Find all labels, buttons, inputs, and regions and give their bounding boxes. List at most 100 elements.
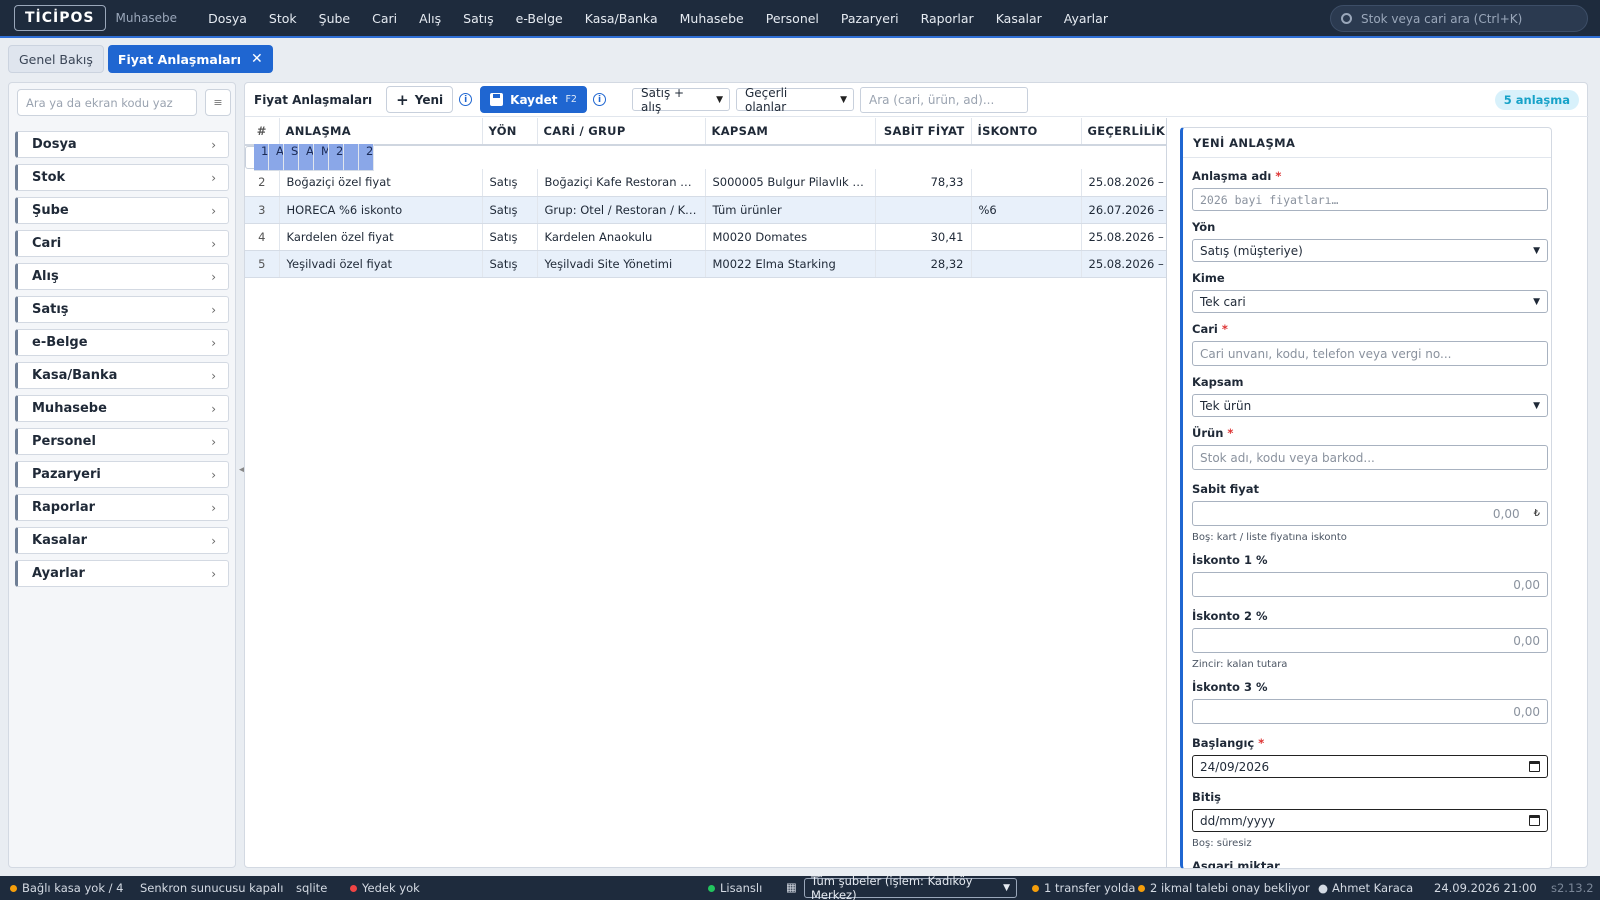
topnav-satis[interactable]: Satış bbox=[452, 11, 504, 26]
sidebar-item-satis[interactable]: Satış › bbox=[15, 296, 229, 323]
col-fixed-price[interactable]: SABİT FİYAT bbox=[875, 118, 972, 146]
end-date-input[interactable]: dd/mm/yyyy bbox=[1192, 809, 1548, 832]
status-dot-icon bbox=[350, 884, 357, 892]
table-row[interactable]: 1 Akdeniz özel fiyat Satış Akdeniz Otelc… bbox=[245, 144, 374, 171]
discount1-input[interactable]: 0,00 bbox=[1192, 572, 1548, 597]
sidebar-search-input[interactable]: Ara ya da ekran kodu yaz bbox=[17, 89, 197, 116]
table-row[interactable]: 4 Kardelen özel fiyat Satış Kardelen Ana… bbox=[245, 223, 1166, 251]
agreement-search-input[interactable]: Ara (cari, ürün, ad)... bbox=[859, 86, 1028, 113]
sidebar-item-kasa-banka[interactable]: Kasa/Banka › bbox=[15, 362, 229, 389]
scope-select[interactable]: Tek ürün ▼ bbox=[1192, 394, 1548, 417]
topnav-alis[interactable]: Alış bbox=[408, 11, 452, 26]
sidebar-item-muhasebe[interactable]: Muhasebe › bbox=[15, 395, 229, 422]
topnav-dosya[interactable]: Dosya bbox=[197, 11, 258, 26]
topnav-ayarlar[interactable]: Ayarlar bbox=[1053, 11, 1119, 26]
close-icon[interactable]: ✕ bbox=[251, 51, 263, 67]
validity-filter-select[interactable]: Geçerli olanlar ▼ bbox=[735, 86, 854, 114]
grid-menu-icon[interactable]: ≡ bbox=[205, 89, 231, 116]
start-date-input[interactable]: 24/09/2026 bbox=[1192, 755, 1548, 778]
direction-select[interactable]: Satış (müşteriye) ▼ bbox=[1192, 239, 1548, 262]
topnav-kasa-banka[interactable]: Kasa/Banka bbox=[574, 11, 669, 26]
save-button-label: Kaydet bbox=[510, 92, 558, 107]
cell-discount: %6 bbox=[971, 196, 1082, 224]
sidebar-item-label: Stok bbox=[32, 170, 66, 185]
product-input[interactable]: Stok adı, kodu veya barkod... bbox=[1192, 445, 1548, 470]
direction-filter-select[interactable]: Satış + alış ▼ bbox=[631, 86, 730, 114]
sidebar-item-ayarlar[interactable]: Ayarlar › bbox=[15, 560, 229, 587]
app-subtitle: Muhasebe bbox=[115, 11, 178, 25]
col-validity[interactable]: GEÇERLİLİK bbox=[1081, 118, 1166, 146]
price-label: Sabit fiyat bbox=[1192, 482, 1259, 496]
required-mark: * bbox=[1258, 736, 1265, 750]
global-search-input[interactable]: Stok veya cari ara (Ctrl+K) bbox=[1330, 5, 1588, 32]
status-dot-icon bbox=[1138, 884, 1145, 892]
cell-direction: Satış bbox=[482, 223, 538, 251]
discount3-input[interactable]: 0,00 bbox=[1192, 699, 1548, 724]
topnav-raporlar[interactable]: Raporlar bbox=[910, 11, 985, 26]
agreement-name-input[interactable]: 2026 bayi fiyatları… bbox=[1192, 188, 1548, 211]
branch-select[interactable]: Tüm şubeler (işlem: Kadıköy Merkez) ▼ bbox=[804, 874, 1017, 900]
topnav-ebelge[interactable]: e-Belge bbox=[505, 11, 574, 26]
sidebar-item-label: Muhasebe bbox=[32, 401, 107, 416]
cell-scope: Tüm ürünler bbox=[705, 196, 876, 224]
sidebar-item-label: Kasalar bbox=[32, 533, 87, 548]
col-account-group[interactable]: CARİ / GRUP bbox=[537, 118, 706, 146]
sidebar-item-stok[interactable]: Stok › bbox=[15, 164, 229, 191]
col-scope[interactable]: KAPSAM bbox=[705, 118, 876, 146]
sidebar-item-alis[interactable]: Alış › bbox=[15, 263, 229, 290]
info-icon[interactable]: i bbox=[459, 93, 473, 106]
fixed-price-input[interactable]: 0,00 ₺ bbox=[1192, 501, 1548, 526]
cell-price: 271,92 bbox=[329, 144, 344, 171]
topnav-kasalar[interactable]: Kasalar bbox=[985, 11, 1053, 26]
table-row[interactable]: 2 Boğaziçi özel fiyat Satış Boğaziçi Kaf… bbox=[245, 169, 1166, 197]
sidebar-item-kasalar[interactable]: Kasalar › bbox=[15, 527, 229, 554]
top-nav: Dosya Stok Şube Cari Alış Satış e-Belge … bbox=[197, 11, 1119, 26]
table-row[interactable]: 5 Yeşilvadi özel fiyat Satış Yeşilvadi S… bbox=[245, 250, 1166, 278]
sidebar-item-sube[interactable]: Şube › bbox=[15, 197, 229, 224]
table-row[interactable]: 3 HORECA %6 iskonto Satış Grup: Otel / R… bbox=[245, 196, 1166, 224]
scope-label: Kapsam bbox=[1192, 375, 1244, 389]
main-panel: Fiyat Anlaşmaları + Yeni i Kaydet F2 i S… bbox=[244, 82, 1589, 869]
sidebar-item-dosya[interactable]: Dosya › bbox=[15, 131, 229, 158]
topnav-sube[interactable]: Şube bbox=[308, 11, 361, 26]
calendar-icon[interactable] bbox=[1529, 761, 1540, 772]
topnav-personel[interactable]: Personel bbox=[755, 11, 830, 26]
sidebar-item-pazaryeri[interactable]: Pazaryeri › bbox=[15, 461, 229, 488]
discount2-input[interactable]: 0,00 bbox=[1192, 628, 1548, 653]
cell-account: Grup: Otel / Restoran / Kafe bbox=[537, 196, 706, 224]
tab-price-agreements[interactable]: Fiyat Anlaşmaları ✕ bbox=[107, 45, 273, 73]
top-bar: TİCİPOS Muhasebe Dosya Stok Şube Cari Al… bbox=[0, 0, 1600, 38]
calendar-icon[interactable] bbox=[1529, 815, 1540, 826]
save-button[interactable]: Kaydet F2 bbox=[480, 86, 587, 113]
col-direction[interactable]: YÖN bbox=[482, 118, 538, 146]
col-index[interactable]: # bbox=[245, 118, 280, 146]
status-dot-icon bbox=[708, 884, 715, 892]
info-icon[interactable]: i bbox=[592, 93, 606, 106]
account-input[interactable]: Cari unvanı, kodu, telefon veya vergi no… bbox=[1192, 341, 1548, 366]
app-logo[interactable]: TİCİPOS bbox=[14, 5, 106, 31]
sidebar-item-cari[interactable]: Cari › bbox=[15, 230, 229, 257]
topnav-stok[interactable]: Stok bbox=[258, 11, 308, 26]
supply-status[interactable]: 2 ikmal talebi onay bekliyor bbox=[1138, 881, 1310, 895]
topnav-pazaryeri[interactable]: Pazaryeri bbox=[830, 11, 910, 26]
topnav-muhasebe[interactable]: Muhasebe bbox=[669, 11, 755, 26]
col-agreement[interactable]: ANLAŞMA bbox=[279, 118, 483, 146]
cell-agreement: Akdeniz özel fiyat bbox=[269, 144, 284, 171]
target-select[interactable]: Tek cari ▼ bbox=[1192, 290, 1548, 313]
tab-overview[interactable]: Genel Bakış bbox=[8, 45, 104, 73]
sidebar-item-ebelge[interactable]: e-Belge › bbox=[15, 329, 229, 356]
cell-price: 28,32 bbox=[875, 250, 972, 278]
tab-label: Fiyat Anlaşmaları bbox=[117, 51, 242, 67]
col-discount[interactable]: İSKONTO bbox=[971, 118, 1082, 146]
transfer-status[interactable]: 1 transfer yolda bbox=[1032, 881, 1135, 895]
target-label: Kime bbox=[1192, 271, 1225, 285]
topnav-cari[interactable]: Cari bbox=[361, 11, 408, 26]
user-status[interactable]: ● Ahmet Karaca bbox=[1318, 881, 1413, 895]
sidebar-item-personel[interactable]: Personel › bbox=[15, 428, 229, 455]
sidebar-item-raporlar[interactable]: Raporlar › bbox=[15, 494, 229, 521]
required-mark: * bbox=[1275, 169, 1282, 183]
new-button[interactable]: + Yeni bbox=[386, 86, 454, 113]
cell-index: 1 bbox=[254, 144, 269, 171]
sidebar-item-label: Şube bbox=[32, 203, 69, 218]
price-placeholder: 0,00 bbox=[1492, 506, 1520, 521]
